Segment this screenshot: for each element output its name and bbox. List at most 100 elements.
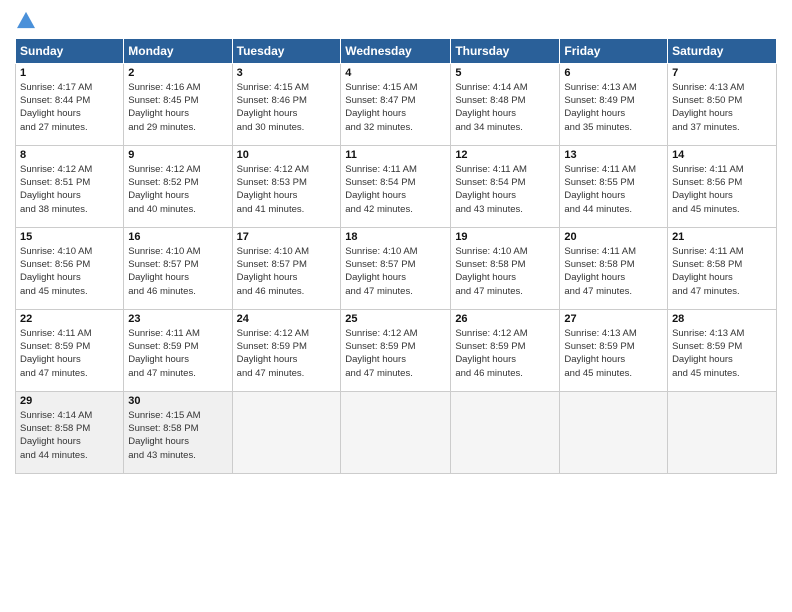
week-row-3: 15 Sunrise: 4:10 AMSunset: 8:56 PMDaylig… [16, 227, 777, 309]
day-cell: 5 Sunrise: 4:14 AMSunset: 8:48 PMDayligh… [451, 63, 560, 145]
day-cell: 10 Sunrise: 4:12 AMSunset: 8:53 PMDaylig… [232, 145, 341, 227]
day-cell: 2 Sunrise: 4:16 AMSunset: 8:45 PMDayligh… [124, 63, 232, 145]
week-row-5: 29 Sunrise: 4:14 AMSunset: 8:58 PMDaylig… [16, 391, 777, 473]
day-number: 23 [128, 313, 227, 325]
week-row-4: 22 Sunrise: 4:11 AMSunset: 8:59 PMDaylig… [16, 309, 777, 391]
day-info: Sunrise: 4:12 AMSunset: 8:51 PMDaylight … [20, 164, 92, 215]
day-cell: 11 Sunrise: 4:11 AMSunset: 8:54 PMDaylig… [341, 145, 451, 227]
day-cell: 21 Sunrise: 4:11 AMSunset: 8:58 PMDaylig… [668, 227, 777, 309]
day-info: Sunrise: 4:12 AMSunset: 8:59 PMDaylight … [345, 328, 417, 379]
logo-bird-icon [17, 11, 35, 29]
day-info: Sunrise: 4:13 AMSunset: 8:59 PMDaylight … [564, 328, 636, 379]
day-cell: 13 Sunrise: 4:11 AMSunset: 8:55 PMDaylig… [560, 145, 668, 227]
day-number: 18 [345, 231, 446, 243]
day-cell: 26 Sunrise: 4:12 AMSunset: 8:59 PMDaylig… [451, 309, 560, 391]
week-row-1: 1 Sunrise: 4:17 AMSunset: 8:44 PMDayligh… [16, 63, 777, 145]
day-info: Sunrise: 4:11 AMSunset: 8:56 PMDaylight … [672, 164, 744, 215]
day-info: Sunrise: 4:11 AMSunset: 8:55 PMDaylight … [564, 164, 636, 215]
day-cell: 23 Sunrise: 4:11 AMSunset: 8:59 PMDaylig… [124, 309, 232, 391]
day-cell: 27 Sunrise: 4:13 AMSunset: 8:59 PMDaylig… [560, 309, 668, 391]
day-cell: 12 Sunrise: 4:11 AMSunset: 8:54 PMDaylig… [451, 145, 560, 227]
day-info: Sunrise: 4:10 AMSunset: 8:57 PMDaylight … [345, 246, 417, 297]
day-number: 28 [672, 313, 772, 325]
day-cell: 19 Sunrise: 4:10 AMSunset: 8:58 PMDaylig… [451, 227, 560, 309]
day-cell: 1 Sunrise: 4:17 AMSunset: 8:44 PMDayligh… [16, 63, 124, 145]
weekday-monday: Monday [124, 38, 232, 63]
day-cell: 14 Sunrise: 4:11 AMSunset: 8:56 PMDaylig… [668, 145, 777, 227]
day-info: Sunrise: 4:10 AMSunset: 8:58 PMDaylight … [455, 246, 527, 297]
day-number: 11 [345, 149, 446, 161]
weekday-wednesday: Wednesday [341, 38, 451, 63]
day-cell: 29 Sunrise: 4:14 AMSunset: 8:58 PMDaylig… [16, 391, 124, 473]
day-cell [451, 391, 560, 473]
day-cell: 28 Sunrise: 4:13 AMSunset: 8:59 PMDaylig… [668, 309, 777, 391]
day-info: Sunrise: 4:10 AMSunset: 8:57 PMDaylight … [237, 246, 309, 297]
page: SundayMondayTuesdayWednesdayThursdayFrid… [0, 0, 792, 612]
day-info: Sunrise: 4:12 AMSunset: 8:53 PMDaylight … [237, 164, 309, 215]
day-info: Sunrise: 4:12 AMSunset: 8:52 PMDaylight … [128, 164, 200, 215]
day-info: Sunrise: 4:13 AMSunset: 8:59 PMDaylight … [672, 328, 744, 379]
day-number: 27 [564, 313, 663, 325]
day-number: 17 [237, 231, 337, 243]
day-cell: 20 Sunrise: 4:11 AMSunset: 8:58 PMDaylig… [560, 227, 668, 309]
day-info: Sunrise: 4:11 AMSunset: 8:54 PMDaylight … [345, 164, 417, 215]
day-number: 9 [128, 149, 227, 161]
day-number: 12 [455, 149, 555, 161]
day-cell: 6 Sunrise: 4:13 AMSunset: 8:49 PMDayligh… [560, 63, 668, 145]
calendar-body: 1 Sunrise: 4:17 AMSunset: 8:44 PMDayligh… [16, 63, 777, 473]
day-info: Sunrise: 4:16 AMSunset: 8:45 PMDaylight … [128, 82, 200, 133]
logo [15, 10, 35, 30]
day-info: Sunrise: 4:12 AMSunset: 8:59 PMDaylight … [237, 328, 309, 379]
weekday-sunday: Sunday [16, 38, 124, 63]
weekday-tuesday: Tuesday [232, 38, 341, 63]
weekday-thursday: Thursday [451, 38, 560, 63]
day-cell: 4 Sunrise: 4:15 AMSunset: 8:47 PMDayligh… [341, 63, 451, 145]
day-info: Sunrise: 4:17 AMSunset: 8:44 PMDaylight … [20, 82, 92, 133]
weekday-header-row: SundayMondayTuesdayWednesdayThursdayFrid… [16, 38, 777, 63]
day-number: 14 [672, 149, 772, 161]
day-number: 25 [345, 313, 446, 325]
day-cell: 18 Sunrise: 4:10 AMSunset: 8:57 PMDaylig… [341, 227, 451, 309]
day-number: 10 [237, 149, 337, 161]
day-cell: 8 Sunrise: 4:12 AMSunset: 8:51 PMDayligh… [16, 145, 124, 227]
day-cell: 22 Sunrise: 4:11 AMSunset: 8:59 PMDaylig… [16, 309, 124, 391]
day-cell: 9 Sunrise: 4:12 AMSunset: 8:52 PMDayligh… [124, 145, 232, 227]
calendar-table: SundayMondayTuesdayWednesdayThursdayFrid… [15, 38, 777, 474]
header [15, 10, 777, 30]
day-cell: 16 Sunrise: 4:10 AMSunset: 8:57 PMDaylig… [124, 227, 232, 309]
day-number: 30 [128, 395, 227, 407]
day-number: 5 [455, 67, 555, 79]
day-info: Sunrise: 4:11 AMSunset: 8:54 PMDaylight … [455, 164, 527, 215]
day-cell [232, 391, 341, 473]
day-number: 8 [20, 149, 119, 161]
day-number: 2 [128, 67, 227, 79]
day-info: Sunrise: 4:11 AMSunset: 8:59 PMDaylight … [20, 328, 92, 379]
day-info: Sunrise: 4:11 AMSunset: 8:58 PMDaylight … [564, 246, 636, 297]
day-number: 26 [455, 313, 555, 325]
day-info: Sunrise: 4:13 AMSunset: 8:50 PMDaylight … [672, 82, 744, 133]
day-number: 3 [237, 67, 337, 79]
day-number: 29 [20, 395, 119, 407]
day-info: Sunrise: 4:11 AMSunset: 8:59 PMDaylight … [128, 328, 200, 379]
day-cell: 30 Sunrise: 4:15 AMSunset: 8:58 PMDaylig… [124, 391, 232, 473]
day-number: 15 [20, 231, 119, 243]
day-info: Sunrise: 4:14 AMSunset: 8:48 PMDaylight … [455, 82, 527, 133]
calendar-header: SundayMondayTuesdayWednesdayThursdayFrid… [16, 38, 777, 63]
day-info: Sunrise: 4:12 AMSunset: 8:59 PMDaylight … [455, 328, 527, 379]
day-number: 13 [564, 149, 663, 161]
day-cell: 24 Sunrise: 4:12 AMSunset: 8:59 PMDaylig… [232, 309, 341, 391]
day-cell: 25 Sunrise: 4:12 AMSunset: 8:59 PMDaylig… [341, 309, 451, 391]
day-number: 19 [455, 231, 555, 243]
day-info: Sunrise: 4:13 AMSunset: 8:49 PMDaylight … [564, 82, 636, 133]
weekday-saturday: Saturday [668, 38, 777, 63]
day-info: Sunrise: 4:15 AMSunset: 8:58 PMDaylight … [128, 410, 200, 461]
day-cell: 17 Sunrise: 4:10 AMSunset: 8:57 PMDaylig… [232, 227, 341, 309]
day-number: 22 [20, 313, 119, 325]
day-number: 4 [345, 67, 446, 79]
week-row-2: 8 Sunrise: 4:12 AMSunset: 8:51 PMDayligh… [16, 145, 777, 227]
day-info: Sunrise: 4:15 AMSunset: 8:47 PMDaylight … [345, 82, 417, 133]
day-number: 24 [237, 313, 337, 325]
day-number: 1 [20, 67, 119, 79]
day-cell [560, 391, 668, 473]
day-cell: 7 Sunrise: 4:13 AMSunset: 8:50 PMDayligh… [668, 63, 777, 145]
